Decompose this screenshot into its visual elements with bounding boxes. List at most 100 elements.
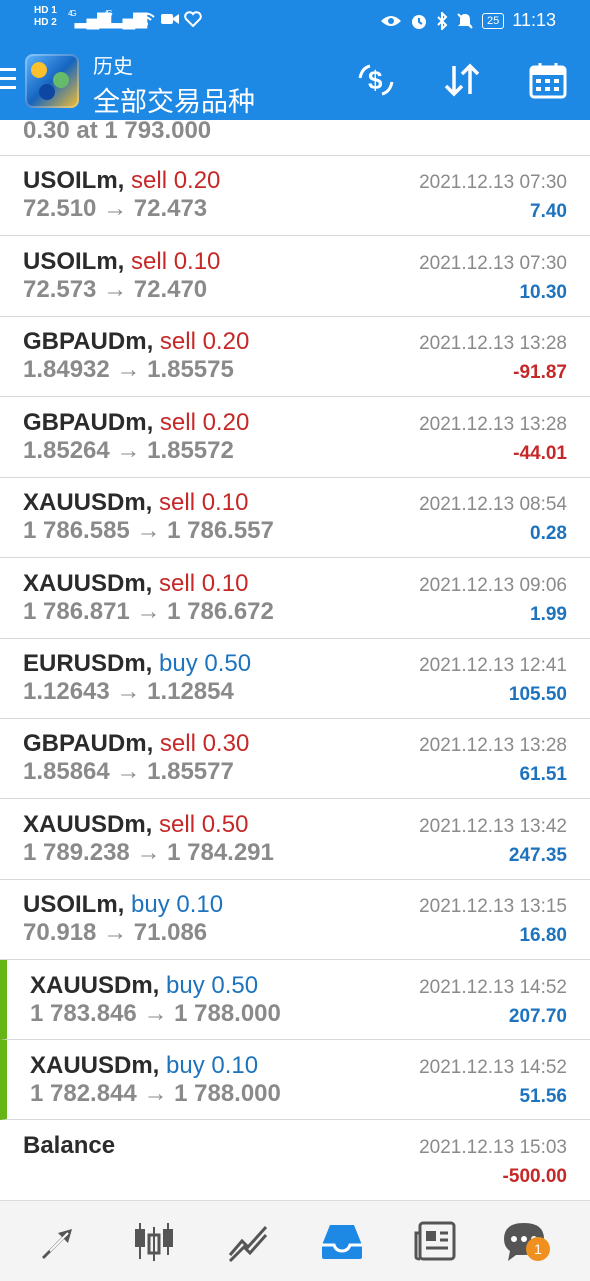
deal-time: 2021.12.13 09:06 bbox=[419, 575, 567, 596]
deal-symbol: XAUUSDm, bbox=[30, 1052, 160, 1079]
deal-profit: 207.70 bbox=[508, 1006, 567, 1027]
history-icon[interactable] bbox=[320, 1219, 364, 1263]
deal-side: buy 0.10 bbox=[166, 1052, 259, 1079]
bottom-nav: 1 bbox=[0, 1200, 590, 1281]
partial-row-text: 0.30 at 1 793.000 bbox=[23, 120, 212, 144]
deal-prices: 1 786.871 → 1 786.672 bbox=[23, 598, 274, 625]
deal-symbol: XAUUSDm, bbox=[30, 972, 160, 999]
deal-row[interactable]: GBPAUDm, sell 0.20 1.85264 → 1.85572 202… bbox=[0, 397, 590, 478]
deal-profit: 16.80 bbox=[519, 925, 567, 946]
deal-row[interactable]: XAUUSDm, sell 0.10 1 786.585 → 1 786.557… bbox=[0, 477, 590, 558]
deal-prices: 70.918 → 71.086 bbox=[23, 919, 208, 946]
deal-symbol: XAUUSDm, bbox=[23, 489, 153, 516]
deal-side: sell 0.20 bbox=[159, 328, 250, 355]
deal-profit: -91.87 bbox=[513, 362, 567, 383]
balance-amount: -500.00 bbox=[502, 1166, 567, 1187]
balance-time: 2021.12.13 15:03 bbox=[419, 1137, 567, 1158]
calendar-icon[interactable] bbox=[528, 60, 568, 100]
currency-filter-icon[interactable]: $ bbox=[356, 60, 396, 100]
deal-symbol: USOILm, bbox=[23, 167, 125, 194]
mute-icon bbox=[457, 12, 473, 29]
deal-symbol: USOILm, bbox=[23, 248, 125, 275]
deal-symbol: EURUSDm, bbox=[23, 650, 153, 677]
deal-side: buy 0.10 bbox=[131, 891, 224, 918]
status-bar: HD 1 HD 2 4G▂▄▆ 4G▂▄▆ 25 11:13 bbox=[0, 0, 590, 42]
bluetooth-icon bbox=[437, 11, 448, 30]
deal-symbol: GBPAUDm, bbox=[23, 409, 154, 436]
deal-time: 2021.12.13 13:15 bbox=[419, 896, 567, 917]
history-list[interactable]: 0.30 at 1 793.000 USOILm, sell 0.20 72.5… bbox=[0, 120, 590, 1200]
candles-icon[interactable] bbox=[132, 1219, 176, 1263]
deal-side: sell 0.10 bbox=[159, 489, 249, 516]
deal-symbol: GBPAUDm, bbox=[23, 328, 154, 355]
deal-side: sell 0.10 bbox=[159, 570, 249, 597]
deal-side: sell 0.50 bbox=[159, 811, 249, 838]
deal-time: 2021.12.13 13:42 bbox=[419, 816, 567, 837]
news-icon[interactable] bbox=[414, 1219, 458, 1263]
deal-row[interactable]: EURUSDm, buy 0.50 1.12643 → 1.12854 2021… bbox=[0, 638, 590, 719]
deal-profit: -44.01 bbox=[513, 443, 567, 464]
deal-time: 2021.12.13 13:28 bbox=[419, 333, 567, 354]
eye-icon bbox=[381, 15, 402, 26]
deal-side: sell 0.20 bbox=[159, 409, 250, 436]
deal-row[interactable]: USOILm, sell 0.20 72.510 → 72.473 2021.1… bbox=[0, 155, 590, 236]
deal-profit: 51.56 bbox=[519, 1086, 567, 1107]
deal-time: 2021.12.13 08:54 bbox=[419, 494, 567, 515]
deal-prices: 1 789.238 → 1 784.291 bbox=[23, 839, 274, 866]
trade-icon[interactable] bbox=[38, 1219, 82, 1263]
deal-side: buy 0.50 bbox=[166, 972, 259, 999]
deal-row[interactable]: XAUUSDm, sell 0.50 1 789.238 → 1 784.291… bbox=[0, 799, 590, 880]
deal-profit: 7.40 bbox=[530, 201, 567, 222]
sim1-label: HD 1 bbox=[34, 5, 57, 16]
deal-row[interactable]: USOILm, buy 0.10 70.918 → 71.086 2021.12… bbox=[0, 879, 590, 960]
deal-prices: 1.84932 → 1.85575 bbox=[23, 356, 234, 383]
svg-text:$: $ bbox=[368, 65, 383, 95]
sort-icon[interactable] bbox=[442, 60, 482, 100]
list-item-partial[interactable]: 0.30 at 1 793.000 bbox=[0, 120, 590, 156]
balance-label: Balance bbox=[23, 1132, 116, 1159]
wifi-icon bbox=[137, 12, 155, 26]
deal-symbol: XAUUSDm, bbox=[23, 570, 153, 597]
deal-profit: 61.51 bbox=[519, 764, 567, 785]
sim2-label: HD 2 bbox=[34, 17, 57, 28]
deal-time: 2021.12.13 07:30 bbox=[419, 172, 567, 193]
deal-row[interactable]: XAUUSDm, buy 0.50 1 783.846 → 1 788.000 … bbox=[0, 960, 590, 1040]
deal-time: 2021.12.13 07:30 bbox=[419, 253, 567, 274]
deal-prices: 1 783.846 → 1 788.000 bbox=[30, 1000, 281, 1027]
sim-indicators: HD 1 HD 2 bbox=[34, 5, 57, 29]
deal-side: buy 0.50 bbox=[159, 650, 252, 677]
deal-time: 2021.12.13 13:28 bbox=[419, 735, 567, 756]
battery-icon: 25 bbox=[482, 12, 505, 29]
deal-time: 2021.12.13 12:41 bbox=[419, 655, 567, 676]
deal-time: 2021.12.13 14:52 bbox=[419, 977, 567, 998]
health-icon bbox=[184, 11, 202, 27]
deal-profit: 1.99 bbox=[530, 604, 567, 625]
status-right: 25 11:13 bbox=[380, 10, 556, 31]
deal-profit: 247.35 bbox=[508, 845, 567, 866]
menu-icon[interactable] bbox=[0, 68, 16, 94]
deal-symbol: GBPAUDm, bbox=[23, 730, 154, 757]
deal-row[interactable]: XAUUSDm, buy 0.10 1 782.844 → 1 788.000 … bbox=[0, 1040, 590, 1120]
deal-prices: 1.85264 → 1.85572 bbox=[23, 437, 234, 464]
deal-prices: 1.85864 → 1.85577 bbox=[23, 758, 234, 785]
deal-prices: 72.510 → 72.473 bbox=[23, 195, 208, 222]
balance-row[interactable]: Balance 2021.12.13 15:03 -500.00 bbox=[0, 1120, 590, 1200]
deal-row[interactable]: XAUUSDm, sell 0.10 1 786.871 → 1 786.672… bbox=[0, 558, 590, 639]
deal-side: sell 0.20 bbox=[131, 167, 221, 194]
deal-prices: 72.573 → 72.470 bbox=[23, 276, 208, 303]
page-title: 历史 bbox=[93, 56, 133, 78]
symbol-filter[interactable]: 全部交易品种 bbox=[93, 80, 255, 119]
deal-row[interactable]: USOILm, sell 0.10 72.573 → 72.470 2021.1… bbox=[0, 236, 590, 317]
deal-symbol: XAUUSDm, bbox=[23, 811, 153, 838]
network-type-label: 4G bbox=[68, 9, 77, 18]
app-bar: 历史 全部交易品种 $ bbox=[0, 42, 590, 120]
deal-row[interactable]: GBPAUDm, sell 0.20 1.84932 → 1.85575 202… bbox=[0, 316, 590, 397]
deal-symbol: USOILm, bbox=[23, 891, 125, 918]
deal-prices: 1 782.844 → 1 788.000 bbox=[30, 1080, 281, 1107]
deal-prices: 1.12643 → 1.12854 bbox=[23, 678, 234, 705]
clock: 11:13 bbox=[512, 10, 556, 30]
deal-row[interactable]: GBPAUDm, sell 0.30 1.85864 → 1.85577 202… bbox=[0, 718, 590, 799]
deal-time: 2021.12.13 13:28 bbox=[419, 414, 567, 435]
chart-icon[interactable] bbox=[226, 1219, 270, 1263]
signal-icon: 4G▂▄▆ bbox=[68, 8, 111, 28]
